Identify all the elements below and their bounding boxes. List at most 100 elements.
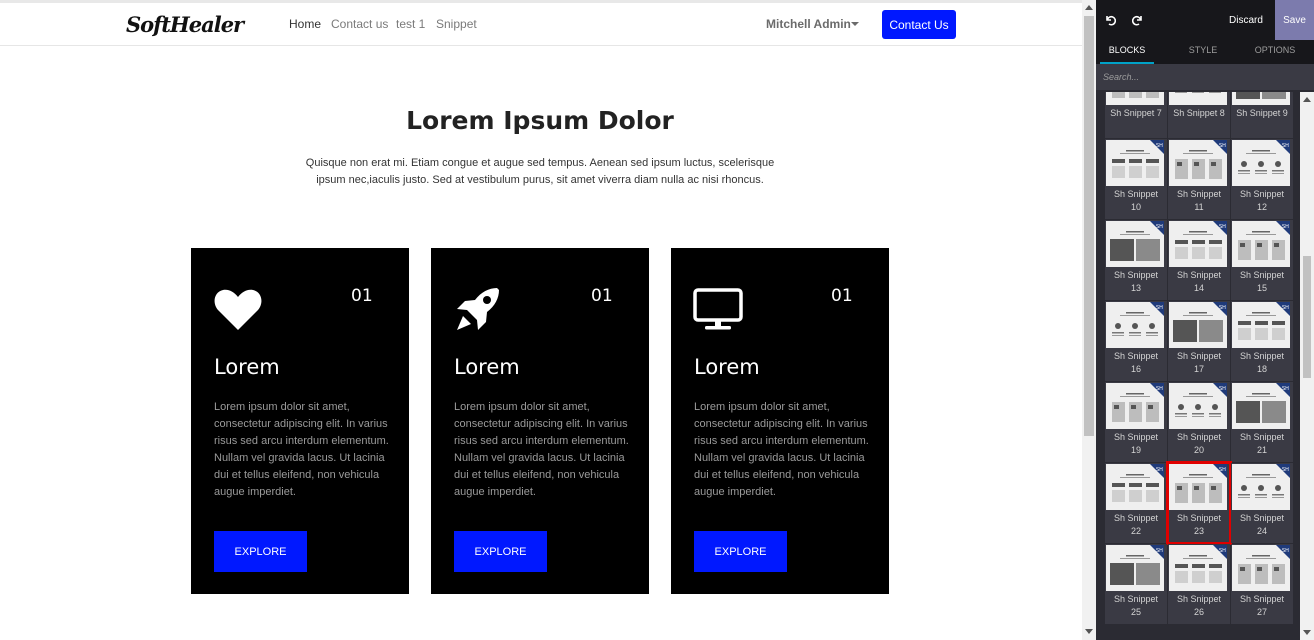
nav-link-contact-us[interactable]: Contact us [331,17,388,31]
snippet-block[interactable]: SH Sh Snippet 16 [1105,301,1167,381]
snippet-block[interactable]: Sh Snippet 7 [1105,92,1167,138]
svg-text:SH: SH [1219,386,1226,392]
svg-text:SH: SH [1282,386,1289,392]
snippet-label-line: Sh Snippet 9 [1236,108,1288,118]
snippet-block[interactable]: SH Sh Snippet 12 [1231,139,1293,219]
snippet-block[interactable]: SH Sh Snippet 24 [1231,463,1293,543]
snippet-block[interactable]: SH Sh Snippet 13 [1105,220,1167,300]
snippet-label: Sh Snippet 14 [1168,269,1230,295]
snippet-search-input[interactable] [1096,64,1314,90]
snippet-block[interactable]: SH Sh Snippet 20 [1168,382,1230,462]
explore-button[interactable]: EXPLORE [214,531,307,572]
snippet-label-line: Sh Snippet [1176,189,1222,199]
discard-button[interactable]: Discard [1220,7,1272,33]
user-menu[interactable]: Mitchell Admin [766,17,851,31]
svg-text:SH: SH [1282,224,1289,230]
snippet-label-line: Sh Snippet [1176,270,1222,280]
scroll-up-icon[interactable] [1303,97,1311,102]
caret-down-icon[interactable] [851,22,859,26]
snippet-block[interactable]: SH Sh Snippet 17 [1168,301,1230,381]
svg-text:SH: SH [1219,305,1226,311]
snippet-block[interactable]: SH Sh Snippet 11 [1168,139,1230,219]
snippet-label-line: 26 [1193,607,1204,617]
snippet-label-line: Sh Snippet [1176,432,1222,442]
scroll-down-icon[interactable] [1303,630,1311,635]
redo-icon[interactable] [1132,14,1144,26]
rocket-icon [457,288,499,330]
snippet-label: Sh Snippet 19 [1105,431,1167,457]
snippet-label: Sh Snippet 12 [1231,188,1293,214]
monitor-icon [693,288,743,330]
scrollbar-thumb[interactable] [1084,16,1094,436]
snippet-block[interactable]: Sh Snippet 8 [1168,92,1230,138]
snippet-label-line: 13 [1130,283,1141,293]
snippet-label-line: Sh Snippet 8 [1173,108,1225,118]
svg-text:SH: SH [1282,143,1289,149]
card-title: Lorem [454,355,520,379]
undo-icon[interactable] [1104,14,1116,26]
tab-blocks[interactable]: BLOCKS [1097,45,1157,55]
snippet-thumbnail: SH [1169,464,1227,510]
contact-us-button[interactable]: Contact Us [882,10,956,39]
card-text: Lorem ipsum dolor sit amet, consectetur … [694,401,869,498]
snippet-label: Sh Snippet 20 [1168,431,1230,457]
save-button[interactable]: Save [1275,0,1314,40]
tab-options[interactable]: OPTIONS [1245,45,1305,55]
hero-text: Quisque non erat mi. Etiam congue et aug… [305,157,775,186]
snippet-block[interactable]: SH Sh Snippet 19 [1105,382,1167,462]
scroll-up-icon[interactable] [1085,5,1093,10]
snippet-label-line: Sh Snippet [1113,594,1159,604]
snippet-label: Sh Snippet 11 [1168,188,1230,214]
snippet-block[interactable]: SH Sh Snippet 26 [1168,544,1230,624]
snippet-block[interactable]: SH Sh Snippet 22 [1105,463,1167,543]
snippet-label: Sh Snippet 26 [1168,593,1230,619]
snippet-block[interactable]: SH Sh Snippet 18 [1231,301,1293,381]
snippet-block[interactable]: SH Sh Snippet 25 [1105,544,1167,624]
scrollbar-thumb[interactable] [1303,256,1311,378]
nav-link-home[interactable]: Home [289,17,321,31]
snippet-thumbnail: SH [1106,140,1164,186]
snippet-thumbnail: SH [1106,302,1164,348]
snippet-label: Sh Snippet 8 [1168,107,1230,120]
heart-icon [214,289,262,330]
svg-text:SH: SH [1156,143,1163,149]
snippet-block[interactable]: SH Sh Snippet 21 [1231,382,1293,462]
scroll-down-icon[interactable] [1085,629,1093,634]
snippet-thumbnail: SH [1232,464,1290,510]
snippet-label-line: 18 [1256,364,1267,374]
website-preview: SoftHealer Home Contact us test 1 Snippe… [0,0,1082,640]
snippet-label-line: Sh Snippet [1176,594,1222,604]
snippet-thumbnail: SH [1106,545,1164,591]
snippet-block[interactable]: SH Sh Snippet 15 [1231,220,1293,300]
panel-scrollbar[interactable] [1300,92,1314,640]
snippet-label-line: 20 [1193,445,1204,455]
nav-link-snippet[interactable]: Snippet [436,17,477,31]
snippet-label-line: Sh Snippet [1113,513,1159,523]
tab-style[interactable]: STYLE [1173,45,1233,55]
explore-button[interactable]: EXPLORE [454,531,547,572]
snippet-label: Sh Snippet 9 [1231,107,1293,120]
explore-button[interactable]: EXPLORE [694,531,787,572]
snippet-label-line: Sh Snippet [1239,189,1285,199]
card-title: Lorem [214,355,280,379]
snippet-block[interactable]: SH Sh Snippet 27 [1231,544,1293,624]
snippet-thumbnail: SH [1106,221,1164,267]
brand-logo[interactable]: SoftHealer [126,12,244,37]
hero-title: Lorem Ipsum Dolor [406,106,674,135]
snippet-thumbnail: SH [1169,302,1227,348]
nav-link-test-1[interactable]: test 1 [396,17,425,31]
snippet-thumbnail: SH [1232,221,1290,267]
snippet-thumbnail: SH [1169,545,1227,591]
svg-text:SH: SH [1219,224,1226,230]
snippet-label: Sh Snippet 13 [1105,269,1167,295]
feature-card: 01 Lorem Lorem ipsum dolor sit amet, con… [191,248,409,594]
website-scrollbar[interactable] [1082,0,1096,640]
snippet-block[interactable]: Sh Snippet 9 [1231,92,1293,138]
snippet-block[interactable]: SH Sh Snippet 14 [1168,220,1230,300]
snippet-thumbnail [1169,92,1227,105]
snippet-thumbnail: SH [1169,140,1227,186]
snippet-block[interactable]: SH Sh Snippet 23 [1166,461,1232,545]
snippet-block[interactable]: SH Sh Snippet 10 [1105,139,1167,219]
snippet-label-line: 25 [1130,607,1141,617]
snippet-label-line: 17 [1193,364,1204,374]
